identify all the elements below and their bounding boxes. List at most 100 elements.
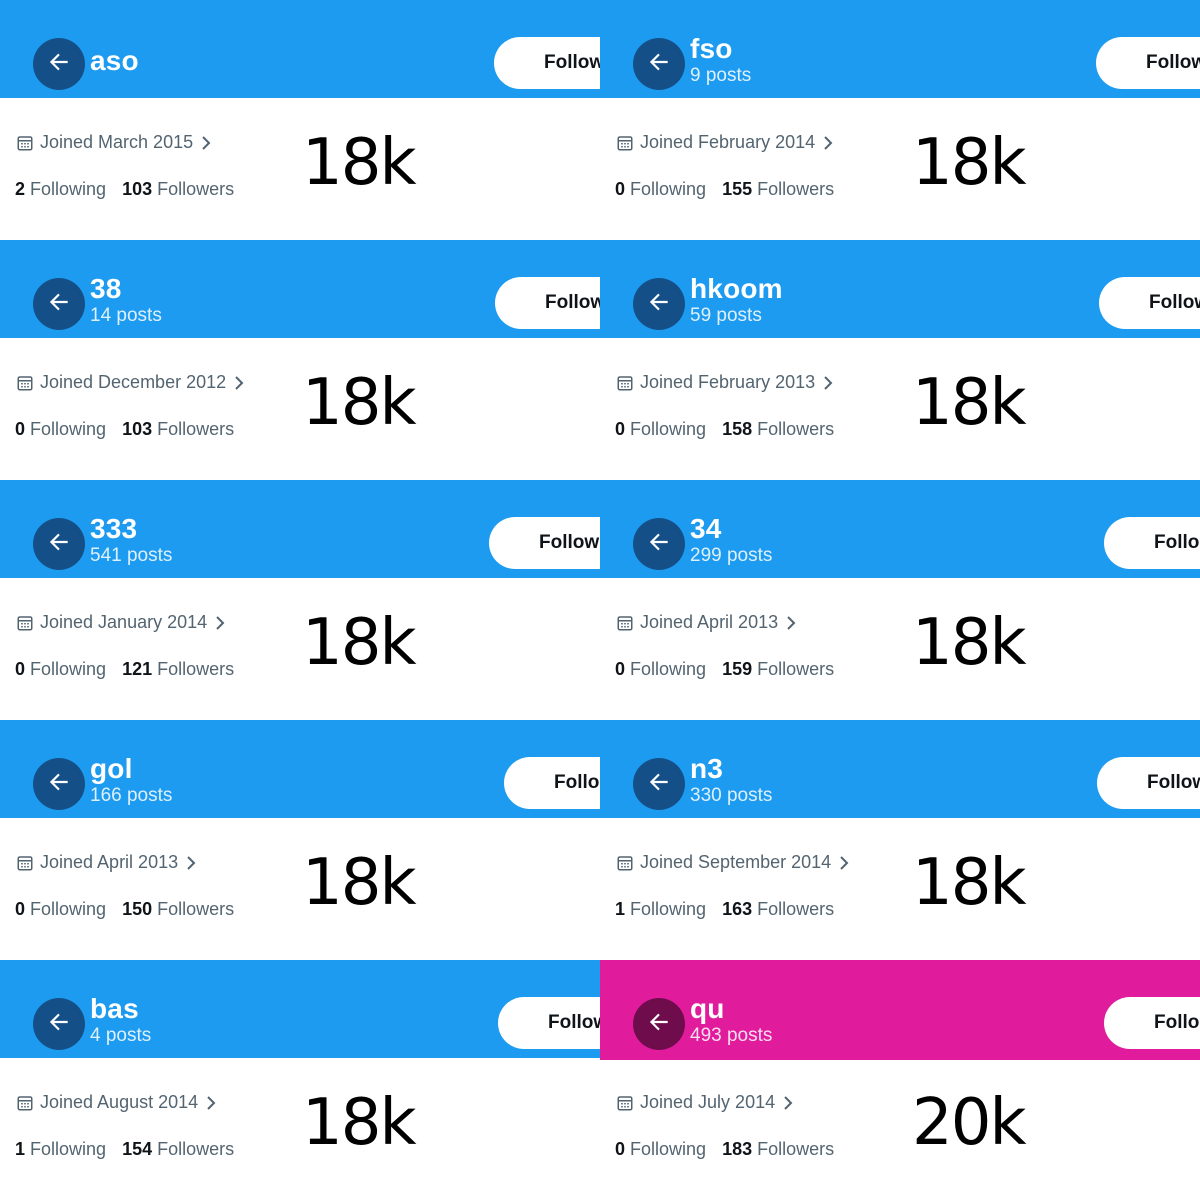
joined-date[interactable]: Joined September 2014 <box>616 852 850 873</box>
follow-stats: 0 Following 158 Followers <box>615 419 834 440</box>
back-button[interactable] <box>633 278 685 330</box>
following-count: 2 <box>15 179 26 199</box>
back-button[interactable] <box>33 518 85 570</box>
back-button[interactable] <box>633 998 685 1050</box>
follow-stats: 0 Following 103 Followers <box>15 419 234 440</box>
followers-label: Followers <box>157 899 235 919</box>
post-count: 299 posts <box>690 545 773 566</box>
following-link[interactable]: 0 Following <box>15 419 106 439</box>
following-link[interactable]: 0 Following <box>615 1139 706 1159</box>
following-link[interactable]: 2 Following <box>15 179 106 199</box>
arrow-left-icon <box>646 1009 672 1040</box>
followers-link[interactable]: 150 Followers <box>122 899 234 919</box>
follow-button[interactable]: Follow <box>498 997 600 1049</box>
calendar-icon <box>16 614 34 632</box>
followers-link[interactable]: 121 Followers <box>122 659 234 679</box>
joined-date[interactable]: Joined July 2014 <box>616 1092 794 1113</box>
back-button[interactable] <box>633 38 685 90</box>
followers-count: 150 <box>122 899 153 919</box>
profile-card: 333 541 posts Follow Joined January 2014 0 F… <box>0 480 600 720</box>
followers-label: Followers <box>157 419 235 439</box>
arrow-left-icon <box>46 529 72 560</box>
follow-button[interactable]: Follow <box>1096 37 1200 89</box>
joined-date[interactable]: Joined February 2014 <box>616 132 834 153</box>
followers-label: Followers <box>157 659 235 679</box>
joined-date[interactable]: Joined December 2012 <box>16 372 245 393</box>
profile-card: bas4 posts Follow Joined August 2014 1 Foll… <box>0 960 600 1200</box>
chevron-right-icon <box>214 615 226 631</box>
follow-button[interactable]: Follow <box>495 277 600 329</box>
back-button[interactable] <box>633 758 685 810</box>
calendar-icon <box>616 614 634 632</box>
follow-button[interactable]: Follow <box>489 517 600 569</box>
annotation-number: 18k <box>912 846 1026 920</box>
back-button[interactable] <box>33 38 85 90</box>
follow-stats: 0 Following 183 Followers <box>615 1139 834 1160</box>
follow-button[interactable]: Follo <box>1104 517 1200 569</box>
profile-name: hkoom <box>690 273 783 304</box>
profile-card: hkoom59 posts Follow Joined February 2013 0… <box>600 240 1200 480</box>
annotation-number: 18k <box>912 366 1026 440</box>
annotation-number: 18k <box>302 606 416 680</box>
follow-stats: 1 Following 163 Followers <box>615 899 834 920</box>
followers-link[interactable]: 155 Followers <box>722 179 834 199</box>
profile-name: n3 <box>690 753 724 784</box>
post-count: 541 posts <box>90 545 173 566</box>
annotation-number: 18k <box>302 366 416 440</box>
following-link[interactable]: 0 Following <box>15 899 106 919</box>
post-count: 9 posts <box>690 65 752 86</box>
following-count: 0 <box>615 419 626 439</box>
followers-link[interactable]: 183 Followers <box>722 1139 834 1159</box>
follow-button[interactable]: Follow <box>1097 757 1200 809</box>
following-label: Following <box>30 659 107 679</box>
follow-button[interactable]: Follow <box>1099 277 1200 329</box>
joined-date[interactable]: Joined February 2013 <box>616 372 834 393</box>
profile-card: qu 493 posts Follo Joined July 2014 0 Follow… <box>600 960 1200 1200</box>
annotation-number: 18k <box>302 126 416 200</box>
profile-header: gol 166 posts Follo <box>0 720 600 818</box>
follow-button[interactable]: Follo <box>504 757 600 809</box>
followers-label: Followers <box>157 1139 235 1159</box>
follow-stats: 0 Following 155 Followers <box>615 179 834 200</box>
following-link[interactable]: 0 Following <box>15 659 106 679</box>
chevron-right-icon <box>785 615 797 631</box>
followers-link[interactable]: 163 Followers <box>722 899 834 919</box>
profile-header: fso 9 posts Follow <box>600 0 1200 98</box>
followers-count: 155 <box>722 179 753 199</box>
following-link[interactable]: 1 Following <box>15 1139 106 1159</box>
joined-date[interactable]: Joined April 2013 <box>616 612 797 633</box>
chevron-right-icon <box>233 375 245 391</box>
joined-date[interactable]: Joined April 2013 <box>16 852 197 873</box>
follow-button[interactable]: Follow <box>494 37 600 89</box>
joined-date[interactable]: Joined August 2014 <box>16 1092 217 1113</box>
followers-link[interactable]: 103 Followers <box>122 419 234 439</box>
followers-link[interactable]: 103 Followers <box>122 179 234 199</box>
follow-button[interactable]: Follo <box>1104 997 1200 1049</box>
back-button[interactable] <box>33 278 85 330</box>
joined-label: Joined January 2014 <box>40 612 208 632</box>
joined-date[interactable]: Joined March 2015 <box>16 132 212 153</box>
annotation-number: 20k <box>912 1086 1026 1160</box>
following-label: Following <box>30 179 107 199</box>
profile-name: qu <box>690 993 725 1024</box>
following-link[interactable]: 0 Following <box>615 179 706 199</box>
profile-header: 34 299 posts Follo <box>600 480 1200 578</box>
followers-link[interactable]: 158 Followers <box>722 419 834 439</box>
profile-header: qu 493 posts Follo <box>600 960 1200 1060</box>
following-link[interactable]: 1 Following <box>615 899 706 919</box>
back-button[interactable] <box>633 518 685 570</box>
back-button[interactable] <box>33 998 85 1050</box>
joined-date[interactable]: Joined January 2014 <box>16 612 226 633</box>
back-button[interactable] <box>33 758 85 810</box>
joined-label: Joined December 2012 <box>40 372 227 392</box>
following-link[interactable]: 0 Following <box>615 659 706 679</box>
following-link[interactable]: 0 Following <box>615 419 706 439</box>
followers-label: Followers <box>757 899 835 919</box>
followers-link[interactable]: 154 Followers <box>122 1139 234 1159</box>
arrow-left-icon <box>646 769 672 800</box>
followers-link[interactable]: 159 Followers <box>722 659 834 679</box>
following-count: 0 <box>615 179 626 199</box>
joined-label: Joined July 2014 <box>640 1092 776 1112</box>
follow-stats: 1 Following 154 Followers <box>15 1139 234 1160</box>
following-label: Following <box>30 899 107 919</box>
